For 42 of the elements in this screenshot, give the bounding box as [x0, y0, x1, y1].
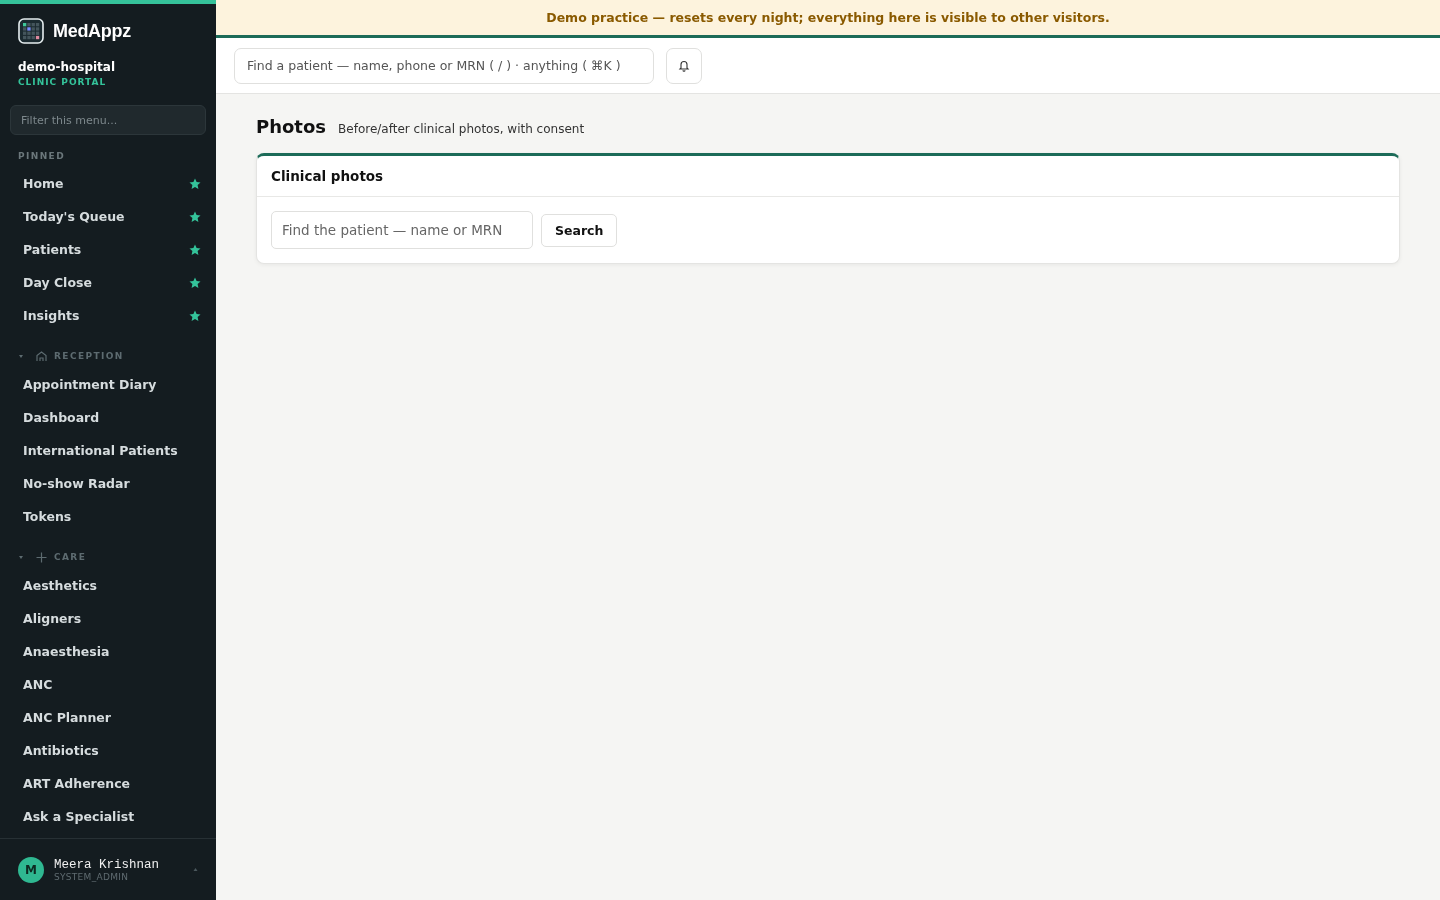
section-label: RECEPTION	[54, 351, 124, 361]
plus-icon	[35, 550, 48, 564]
demo-banner: Demo practice — resets every night; everything here is visible to other visitors.	[216, 0, 1440, 38]
nav-item[interactable]: Home	[0, 167, 216, 200]
house-icon	[35, 349, 48, 363]
nav-item[interactable]: Day Close	[0, 266, 216, 299]
nav-item[interactable]: Antibiotics	[0, 734, 216, 767]
search-button[interactable]: Search	[541, 213, 618, 247]
nav-item[interactable]: International Patients	[0, 434, 216, 467]
nav-item[interactable]: ART Adherence	[0, 767, 216, 800]
nav-item[interactable]: ANC Planner	[0, 701, 216, 734]
avatar: M	[18, 856, 44, 883]
nav-item[interactable]: Patients	[0, 233, 216, 266]
org-name: demo-hospital	[17, 59, 117, 74]
nav-item[interactable]: Aligners	[0, 602, 216, 635]
nav-item[interactable]: Tokens	[0, 500, 216, 533]
section-label: PINNED	[17, 151, 67, 163]
nav-item[interactable]: Dashboard	[0, 401, 216, 434]
user-role: SYSTEM_ADMIN	[54, 871, 129, 882]
nav-item[interactable]: Insights	[0, 299, 216, 332]
page-title: Photos	[256, 116, 327, 137]
nav-item[interactable]: Ask a Specialist	[0, 800, 216, 833]
search-field[interactable]: Find a patient — name, phone or MRN ( / ) · anything ( ⌘K )	[234, 47, 654, 84]
brand-name: MedAppz	[53, 20, 131, 42]
caret-icon	[193, 867, 198, 872]
logo-icon	[18, 18, 44, 44]
user-menu[interactable]: M Meera Krishnan SYSTEM_ADMIN	[0, 838, 216, 900]
page-subtitle: Before/after clinical photos, with consent	[338, 122, 585, 136]
nav-item[interactable]: Today's Queue	[0, 200, 216, 233]
nav-item[interactable]: Anaesthesia	[0, 635, 216, 668]
bell-icon	[678, 59, 690, 72]
portal-label: CLINIC PORTAL	[17, 76, 108, 87]
user-name: Meera Krishnan	[54, 857, 160, 872]
nav-item[interactable]: ANC	[0, 668, 216, 701]
nav-item[interactable]: Aesthetics	[0, 569, 216, 602]
nav-item[interactable]: No-show Radar	[0, 467, 216, 500]
card-title: Clinical photos	[257, 156, 1399, 197]
notifications-button[interactable]	[666, 47, 702, 84]
filter-field[interactable]: Filter this menu...	[10, 105, 206, 135]
nav-item[interactable]: Appointment Diary	[0, 368, 216, 401]
patient-search-field[interactable]: Find the patient — name or MRN	[271, 211, 533, 249]
section-label: CARE	[54, 552, 87, 562]
